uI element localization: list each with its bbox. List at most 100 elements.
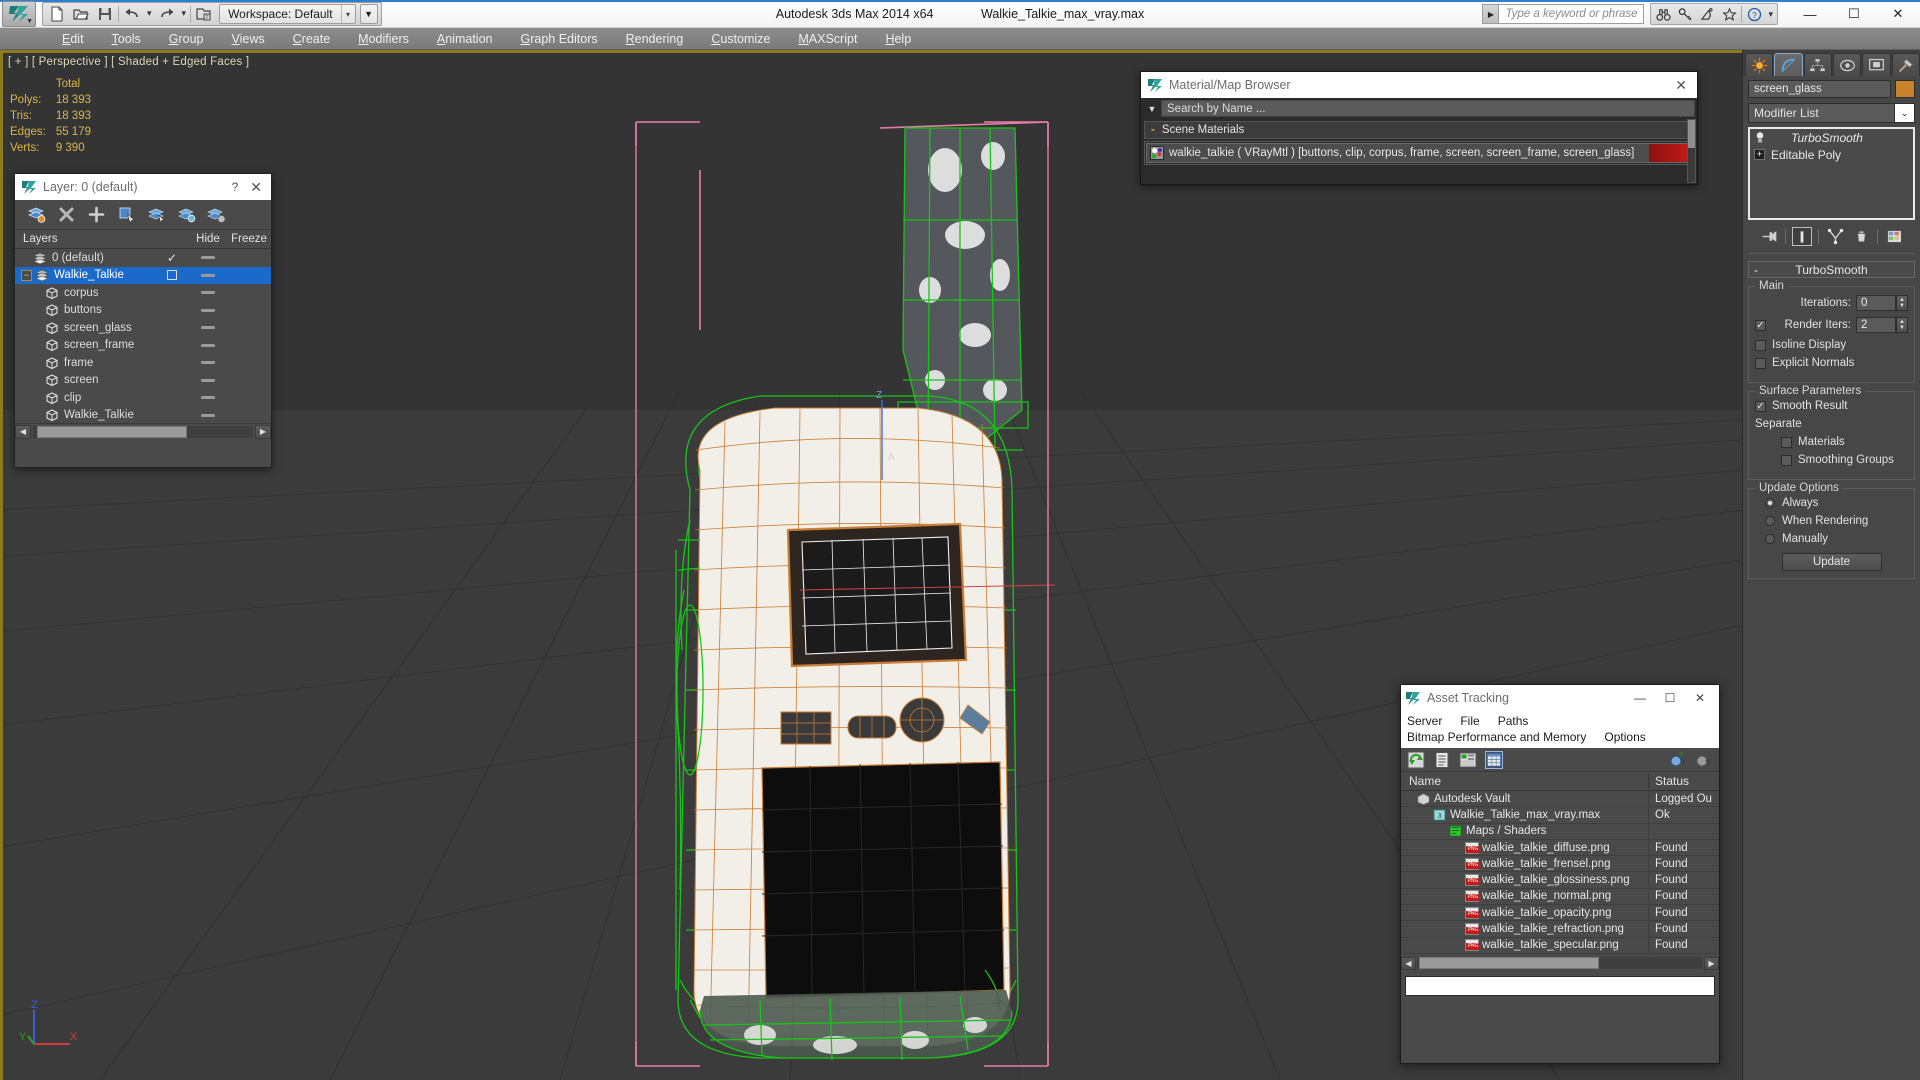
- help-button[interactable]: ?: [232, 180, 239, 194]
- select-layer-objects-button[interactable]: [147, 205, 166, 224]
- scene-materials-section[interactable]: - Scene Materials: [1144, 121, 1694, 139]
- menu-edit[interactable]: Edit: [48, 29, 98, 49]
- list-view-button[interactable]: [1433, 751, 1451, 769]
- menu-rendering[interactable]: Rendering: [612, 29, 698, 49]
- search-box[interactable]: ▶ Type a keyword or phrase: [1482, 4, 1645, 24]
- table-row[interactable]: walkie_talkie_glossiness.png Found: [1401, 872, 1719, 889]
- checkbox[interactable]: ✓: [1755, 319, 1766, 331]
- tab-display[interactable]: [1862, 53, 1891, 76]
- spinner-arrows[interactable]: ▲ ▼: [1896, 295, 1908, 311]
- radio-button[interactable]: [1765, 516, 1775, 526]
- turbosmooth-rollout[interactable]: - TurboSmooth Main Iterations: 0 ▲ ▼ ✓ Render …: [1748, 261, 1915, 579]
- close-icon[interactable]: ✕: [250, 179, 265, 196]
- new-file-button[interactable]: [46, 4, 68, 24]
- hide-toggle[interactable]: [189, 361, 227, 365]
- tab-create[interactable]: [1745, 53, 1774, 76]
- at-menu-options[interactable]: Options: [1604, 729, 1645, 745]
- make-unique-button[interactable]: [1825, 227, 1845, 246]
- maximize-button[interactable]: ☐: [1655, 686, 1685, 710]
- scroll-thumb[interactable]: [1688, 120, 1695, 148]
- menu-modifiers[interactable]: Modifiers: [344, 29, 423, 49]
- spinner-value[interactable]: 0: [1856, 295, 1896, 311]
- rollout-header[interactable]: - TurboSmooth: [1748, 261, 1915, 278]
- scene-materials-list[interactable]: walkie_talkie ( VRayMtl ) [buttons, clip…: [1144, 141, 1694, 165]
- workspace-dropdown-button[interactable]: ▼: [359, 3, 378, 24]
- radio-button[interactable]: [1765, 498, 1775, 508]
- table-row[interactable]: walkie_talkie_specular.png Found: [1401, 937, 1719, 954]
- close-button[interactable]: ✕: [1685, 686, 1715, 710]
- search-input[interactable]: Type a keyword or phrase: [1499, 8, 1637, 20]
- menu-maxscript[interactable]: MAXScript: [784, 29, 871, 49]
- at-menu-paths[interactable]: Paths: [1498, 713, 1529, 729]
- menu-customize[interactable]: Customize: [697, 29, 784, 49]
- mmb-vscrollbar[interactable]: [1687, 119, 1696, 183]
- layer-row[interactable]: − Walkie_Talkie: [15, 266, 271, 284]
- hide-toggle[interactable]: [189, 291, 227, 295]
- at-menu-server[interactable]: Server: [1407, 713, 1442, 729]
- layer-row[interactable]: Walkie_Talkie: [15, 407, 271, 425]
- filter-dropdown-icon[interactable]: ▼: [1143, 104, 1161, 114]
- layer-row[interactable]: screen: [15, 372, 271, 390]
- command-panel[interactable]: screen_glass Modifier List ⌄ TurboSmooth…: [1742, 50, 1920, 1080]
- layer-active-toggle[interactable]: [155, 270, 189, 281]
- binoculars-icon[interactable]: [1653, 5, 1673, 23]
- hide-toggle[interactable]: [189, 343, 227, 347]
- menu-views[interactable]: Views: [218, 29, 279, 49]
- table-row[interactable]: walkie_talkie_diffuse.png Found: [1401, 839, 1719, 857]
- table-row[interactable]: walkie_talkie_normal.png Found: [1401, 888, 1719, 906]
- scroll-thumb[interactable]: [1419, 957, 1599, 970]
- stack-item[interactable]: + Editable Poly: [1750, 146, 1913, 163]
- hide-toggle[interactable]: [189, 326, 227, 330]
- spinner[interactable]: 2 ▲ ▼: [1856, 317, 1908, 333]
- close-icon[interactable]: ✕: [1675, 77, 1691, 94]
- material-map-browser[interactable]: Material/Map Browser ✕ ▼ Search by Name …: [1140, 71, 1698, 185]
- at-menu-file[interactable]: File: [1460, 713, 1479, 729]
- open-file-button[interactable]: [70, 4, 92, 24]
- menu-group[interactable]: Group: [155, 29, 218, 49]
- collapse-icon[interactable]: -: [1754, 263, 1758, 277]
- minimize-button[interactable]: —: [1625, 686, 1655, 710]
- help-dropdown[interactable]: ▾: [1766, 9, 1775, 20]
- maximize-button[interactable]: ☐: [1832, 1, 1876, 28]
- star-icon[interactable]: [1719, 5, 1739, 23]
- undo-button[interactable]: [121, 4, 143, 24]
- minimize-button[interactable]: —: [1788, 1, 1832, 28]
- check-out-button[interactable]: ?: [1695, 751, 1713, 769]
- chevron-down-icon[interactable]: ⌄: [1894, 104, 1914, 122]
- scroll-thumb[interactable]: [37, 425, 187, 438]
- tab-utilities[interactable]: [1891, 53, 1920, 76]
- stack-item[interactable]: TurboSmooth: [1750, 129, 1913, 146]
- asset-table-body[interactable]: Autodesk Vault Logged Ou 3 Walkie_Talkie_ma…: [1401, 791, 1719, 954]
- table-row[interactable]: Maps / Shaders: [1401, 823, 1719, 840]
- project-folder-button[interactable]: [193, 4, 215, 24]
- app-logo-button[interactable]: ▼: [2, 1, 36, 27]
- dependency-view-button[interactable]: [1459, 751, 1477, 769]
- configure-modifier-sets-button[interactable]: [1884, 227, 1904, 246]
- menu-create[interactable]: Create: [279, 29, 345, 49]
- search-by-name-input[interactable]: Search by Name ...: [1161, 100, 1695, 117]
- tab-motion[interactable]: [1832, 53, 1862, 76]
- layer-row[interactable]: 0 (default) ✓: [15, 249, 271, 267]
- spinner[interactable]: 0 ▲ ▼: [1856, 295, 1908, 311]
- highlight-selected-objects-layer-button[interactable]: [177, 205, 196, 224]
- object-name-field[interactable]: screen_glass: [1748, 80, 1891, 98]
- at-menu-bitmap-performance-and-memory[interactable]: Bitmap Performance and Memory: [1407, 729, 1586, 745]
- tab-modify[interactable]: [1774, 53, 1803, 76]
- chevron-down-icon[interactable]: ▾: [340, 4, 355, 23]
- table-row[interactable]: 3 Walkie_Talkie_max_vray.max Ok: [1401, 807, 1719, 824]
- hide-toggle[interactable]: [189, 308, 227, 312]
- redo-dropdown[interactable]: ▾: [180, 8, 189, 19]
- key-icon[interactable]: [1675, 5, 1695, 23]
- expand-icon[interactable]: +: [1754, 149, 1765, 160]
- asset-table-hscrollbar[interactable]: ◀ ▶: [1401, 955, 1719, 971]
- object-color-swatch[interactable]: [1895, 80, 1915, 98]
- layer-row[interactable]: screen_glass: [15, 319, 271, 337]
- layer-list[interactable]: 0 (default) ✓ − Walkie_Talkie corpus buttons s…: [15, 249, 271, 439]
- modifier-list-dropdown[interactable]: Modifier List ⌄: [1748, 103, 1915, 123]
- viewport-label[interactable]: [ + ] [ Perspective ] [ Shaded + Edged F…: [8, 56, 249, 68]
- table-row[interactable]: walkie_talkie_frensel.png Found: [1401, 856, 1719, 873]
- save-file-button[interactable]: [94, 4, 116, 24]
- hide-toggle[interactable]: [189, 413, 227, 417]
- menu-tools[interactable]: Tools: [98, 29, 155, 49]
- refresh-button[interactable]: [1407, 751, 1425, 769]
